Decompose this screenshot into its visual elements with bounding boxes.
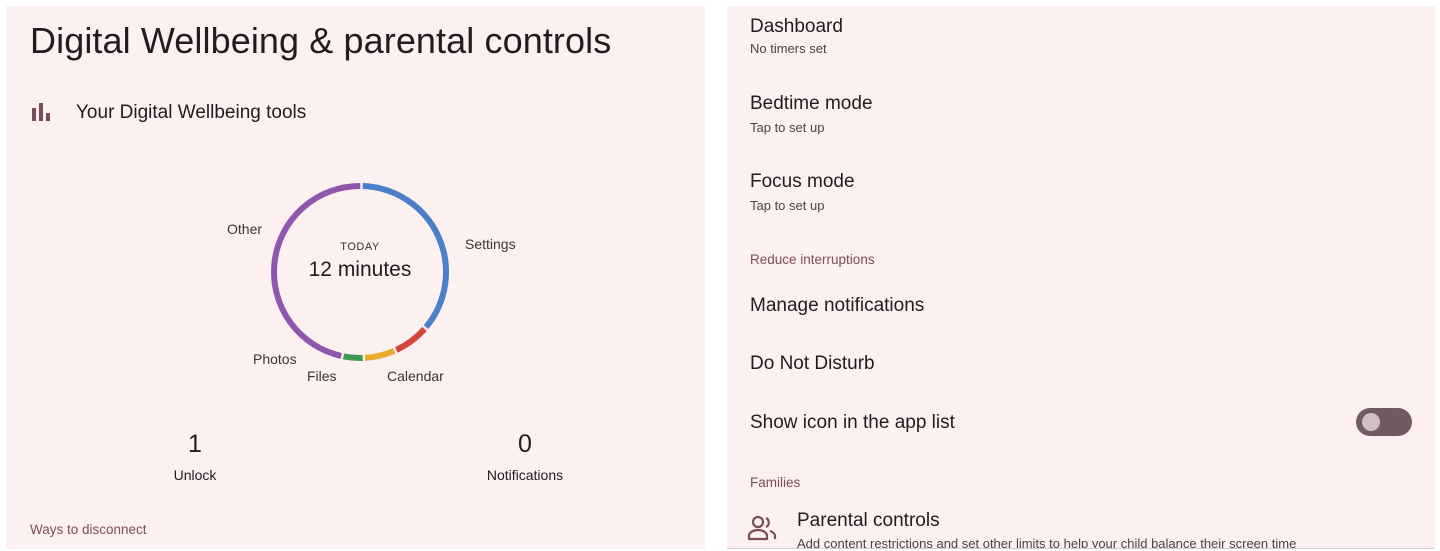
families-header: Families — [750, 475, 801, 490]
show-icon-title: Show icon in the app list — [750, 412, 955, 433]
bedtime-mode-item[interactable]: Bedtime mode Tap to set up — [750, 93, 873, 135]
notifications-label: Notifications — [486, 467, 564, 483]
page-title: Digital Wellbeing & parental controls — [30, 20, 612, 61]
chart-label-calendar[interactable]: Calendar — [387, 368, 444, 384]
chart-center-caption: TODAY — [340, 241, 380, 253]
donut-segment-settings[interactable] — [362, 183, 449, 329]
parental-controls-item[interactable]: Parental controls Add content restrictio… — [797, 510, 1296, 549]
chart-label-files[interactable]: Files — [307, 368, 337, 384]
ways-to-disconnect-header: Ways to disconnect — [30, 522, 147, 537]
wellbeing-tools-label: Your Digital Wellbeing tools — [76, 102, 307, 123]
donut-segment-photos[interactable] — [343, 353, 363, 361]
donut-segment-calendar[interactable] — [395, 326, 427, 353]
bedtime-mode-title: Bedtime mode — [750, 93, 873, 114]
chart-label-settings[interactable]: Settings — [465, 236, 516, 252]
manage-notifications-title: Manage notifications — [750, 295, 925, 316]
unlocks-count[interactable]: 1 — [155, 430, 235, 459]
chart-center-total: 12 minutes — [308, 258, 412, 281]
bar-chart-icon — [30, 103, 52, 123]
toggle-knob — [1362, 413, 1380, 431]
dashboard-title: Dashboard — [750, 16, 843, 37]
show-icon-toggle[interactable] — [1356, 408, 1412, 436]
wellbeing-overview-panel: Digital Wellbeing & parental controls Yo… — [6, 6, 705, 549]
reduce-interruptions-header: Reduce interruptions — [750, 252, 875, 267]
bedtime-mode-subtitle: Tap to set up — [750, 120, 825, 135]
donut-segment-files[interactable] — [364, 348, 396, 361]
parental-controls-title: Parental controls — [797, 510, 940, 531]
chart-label-photos[interactable]: Photos — [253, 351, 297, 367]
do-not-disturb-item[interactable]: Do Not Disturb — [750, 353, 875, 375]
settings-list-panel: Dashboard No timers set Bedtime mode Tap… — [727, 6, 1435, 549]
focus-mode-subtitle: Tap to set up — [750, 198, 825, 213]
focus-mode-title: Focus mode — [750, 171, 855, 192]
do-not-disturb-title: Do Not Disturb — [750, 353, 875, 374]
show-icon-item[interactable]: Show icon in the app list — [750, 412, 955, 434]
bottom-divider — [727, 548, 1435, 549]
dashboard-item[interactable]: Dashboard No timers set — [750, 16, 843, 56]
manage-notifications-item[interactable]: Manage notifications — [750, 295, 924, 317]
focus-mode-item[interactable]: Focus mode Tap to set up — [750, 171, 855, 213]
wellbeing-tools-header: Your Digital Wellbeing tools — [30, 98, 306, 128]
dashboard-subtitle: No timers set — [750, 41, 827, 56]
parental-controls-icon — [747, 515, 777, 541]
notifications-count[interactable]: 0 — [485, 430, 565, 459]
chart-label-other[interactable]: Other — [227, 221, 262, 237]
unlocks-label: Unlock — [173, 467, 217, 483]
